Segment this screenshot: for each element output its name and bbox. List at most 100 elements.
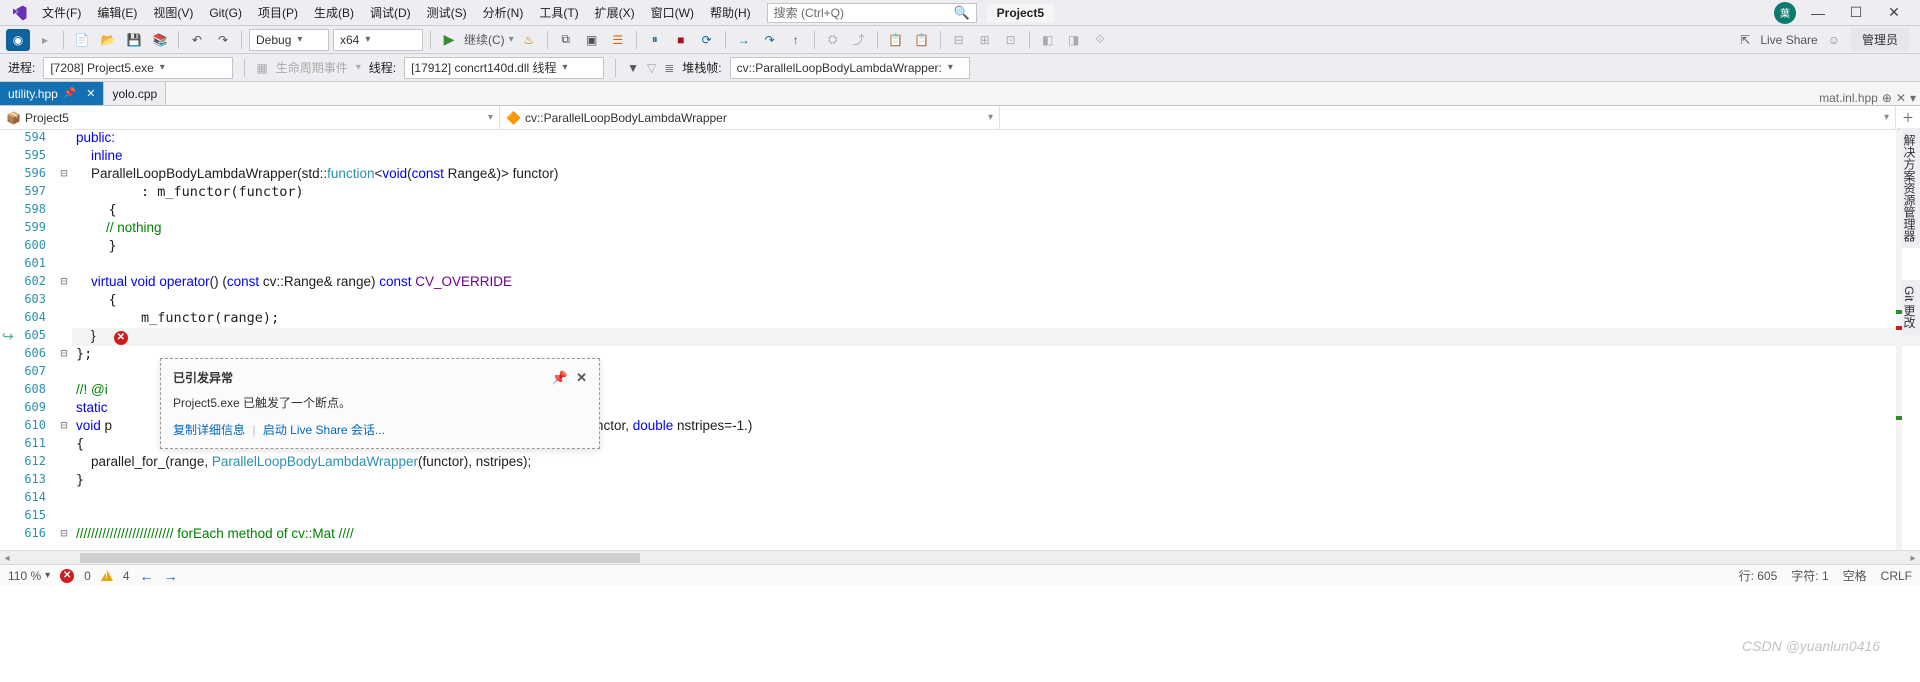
nav-fwd-button[interactable]: ▸: [34, 29, 56, 51]
menu-test[interactable]: 测试(S): [419, 2, 475, 23]
step-out-icon[interactable]: ↑: [785, 29, 807, 51]
tb-icon-g9[interactable]: ◨: [1063, 29, 1085, 51]
menu-tools[interactable]: 工具(T): [531, 2, 586, 23]
horizontal-scrollbar[interactable]: ◂ ▸: [0, 550, 1920, 564]
tb-icon-1[interactable]: ⧉: [555, 29, 577, 51]
overview-ruler[interactable]: [1896, 130, 1902, 550]
scroll-thumb[interactable]: [80, 553, 640, 563]
tab-label: utility.hpp: [8, 87, 58, 101]
lifecycle-label: 生命周期事件: [276, 59, 348, 76]
start-liveshare-link[interactable]: 启动 Live Share 会话...: [263, 423, 385, 437]
menu-window[interactable]: 窗口(W): [643, 2, 702, 23]
popup-pin-icon[interactable]: 📌: [552, 370, 568, 386]
scroll-left-icon[interactable]: ◂: [0, 551, 14, 565]
scope-navbar: 📦 Project5▾ 🔶 cv::ParallelLoopBodyLambda…: [0, 106, 1920, 130]
filter-icon[interactable]: ▼: [627, 61, 639, 75]
tb-icon-g3[interactable]: 📋: [885, 29, 907, 51]
restart-icon[interactable]: ⟳: [696, 29, 718, 51]
tab-dropdown-icon[interactable]: ⊕: [1882, 91, 1892, 105]
tb-icon-g6[interactable]: ⊞: [974, 29, 996, 51]
thread-label: 线程:: [369, 59, 396, 76]
maximize-button[interactable]: ☐: [1840, 2, 1872, 24]
tab-matinl[interactable]: mat.inl.hpp: [1819, 91, 1878, 105]
vs-logo-icon: [10, 4, 28, 22]
search-icon: 🔍: [953, 5, 969, 21]
menu-debug[interactable]: 调试(D): [362, 2, 419, 23]
platform-combo[interactable]: x64▾: [333, 29, 423, 51]
menu-extensions[interactable]: 扩展(X): [587, 2, 643, 23]
tab-close-all-icon[interactable]: ✕: [1896, 91, 1906, 105]
status-spaces[interactable]: 空格: [1843, 567, 1867, 584]
menu-analyze[interactable]: 分析(N): [475, 2, 532, 23]
menu-view[interactable]: 视图(V): [145, 2, 201, 23]
tb-icon-g4[interactable]: 📋: [911, 29, 933, 51]
tb-icon-g5[interactable]: ⊟: [948, 29, 970, 51]
menu-file[interactable]: 文件(F): [34, 2, 89, 23]
status-line[interactable]: 行: 605: [1739, 567, 1778, 584]
step-into-icon[interactable]: →: [733, 29, 755, 51]
scroll-right-icon[interactable]: ▸: [1906, 551, 1920, 565]
tb-icon-g8[interactable]: ◧: [1037, 29, 1059, 51]
scope-project[interactable]: 📦 Project5▾: [0, 106, 500, 129]
stack-icon[interactable]: ≣: [664, 61, 674, 75]
filter2-icon[interactable]: ▽: [647, 61, 656, 75]
continue-label[interactable]: 继续(C): [464, 31, 505, 48]
stackframe-combo[interactable]: cv::ParallelLoopBodyLambdaWrapper:▾: [730, 57, 970, 79]
scope-add-icon[interactable]: ＋: [1896, 106, 1920, 129]
tb-icon-2[interactable]: ▣: [581, 29, 603, 51]
scope-class[interactable]: 🔶 cv::ParallelLoopBodyLambdaWrapper▾: [500, 106, 1000, 129]
stop-icon[interactable]: ■: [670, 29, 692, 51]
close-button[interactable]: ✕: [1878, 2, 1910, 24]
tab-yolo-cpp[interactable]: yolo.cpp: [104, 82, 166, 105]
continue-icon[interactable]: ▶: [438, 29, 460, 51]
process-combo[interactable]: [7208] Project5.exe▾: [43, 57, 233, 79]
close-tab-icon[interactable]: ✕: [86, 87, 95, 100]
liveshare-label[interactable]: Live Share: [1760, 33, 1817, 47]
tab-utility-hpp[interactable]: utility.hpp 📌 ✕: [0, 82, 104, 105]
menu-build[interactable]: 生成(B): [306, 2, 362, 23]
copy-details-link[interactable]: 复制详细信息: [173, 423, 245, 437]
prev-issue-icon[interactable]: ←: [140, 568, 154, 584]
feedback-icon[interactable]: ☺: [1828, 33, 1840, 47]
popup-title: 已引发异常: [173, 369, 233, 386]
tb-icon-g10[interactable]: ⟐: [1089, 29, 1111, 51]
redo-icon[interactable]: ↷: [212, 29, 234, 51]
editor-tabs: utility.hpp 📌 ✕ yolo.cpp mat.inl.hpp ⊕ ✕…: [0, 82, 1920, 106]
tab-overflow-icon[interactable]: ▾: [1910, 91, 1916, 105]
menu-project[interactable]: 项目(P): [250, 2, 306, 23]
status-col[interactable]: 字符: 1: [1791, 567, 1828, 584]
next-issue-icon[interactable]: →: [164, 568, 178, 584]
tb-icon-3[interactable]: ☰: [607, 29, 629, 51]
tb-icon-g2[interactable]: ⤴: [848, 29, 870, 51]
minimize-button[interactable]: —: [1802, 2, 1834, 24]
hot-reload-icon[interactable]: ♨: [518, 29, 540, 51]
search-input[interactable]: 搜索 (Ctrl+Q) 🔍: [767, 3, 977, 23]
liveshare-icon[interactable]: ⇱: [1740, 33, 1750, 47]
config-combo[interactable]: Debug▾: [249, 29, 329, 51]
exception-popup: 已引发异常 📌 ✕ Project5.exe 已触发了一个断点。 复制详细信息 …: [160, 358, 600, 449]
code-editor[interactable]: ↪ 594public: 595 inline 596⊟ ParallelLoo…: [0, 130, 1920, 550]
save-icon[interactable]: 💾: [123, 29, 145, 51]
tb-icon-g1[interactable]: ⛭: [822, 29, 844, 51]
new-file-icon[interactable]: 📄: [71, 29, 93, 51]
save-all-icon[interactable]: 📚: [149, 29, 171, 51]
error-count-icon[interactable]: ✕: [60, 569, 74, 583]
status-crlf[interactable]: CRLF: [1881, 569, 1912, 583]
open-icon[interactable]: 📂: [97, 29, 119, 51]
menu-help[interactable]: 帮助(H): [702, 2, 759, 23]
undo-icon[interactable]: ↶: [186, 29, 208, 51]
pin-icon[interactable]: 📌: [64, 88, 76, 99]
pause-icon[interactable]: ⏸: [644, 29, 666, 51]
step-over-icon[interactable]: ↷: [759, 29, 781, 51]
warning-count-icon[interactable]: [101, 570, 113, 581]
scope-member[interactable]: ▾: [1000, 106, 1896, 129]
admin-badge: 管理员: [1850, 28, 1910, 51]
popup-close-icon[interactable]: ✕: [576, 370, 587, 386]
menu-git[interactable]: Git(G): [201, 4, 250, 22]
zoom-control[interactable]: 110 % ▾: [8, 569, 50, 583]
menu-edit[interactable]: 编辑(E): [89, 2, 145, 23]
thread-combo[interactable]: [17912] concrt140d.dll 线程▾: [404, 57, 604, 79]
tb-icon-g7[interactable]: ⊡: [1000, 29, 1022, 51]
user-avatar[interactable]: 葉: [1774, 2, 1796, 24]
nav-back-button[interactable]: ◉: [6, 29, 30, 51]
